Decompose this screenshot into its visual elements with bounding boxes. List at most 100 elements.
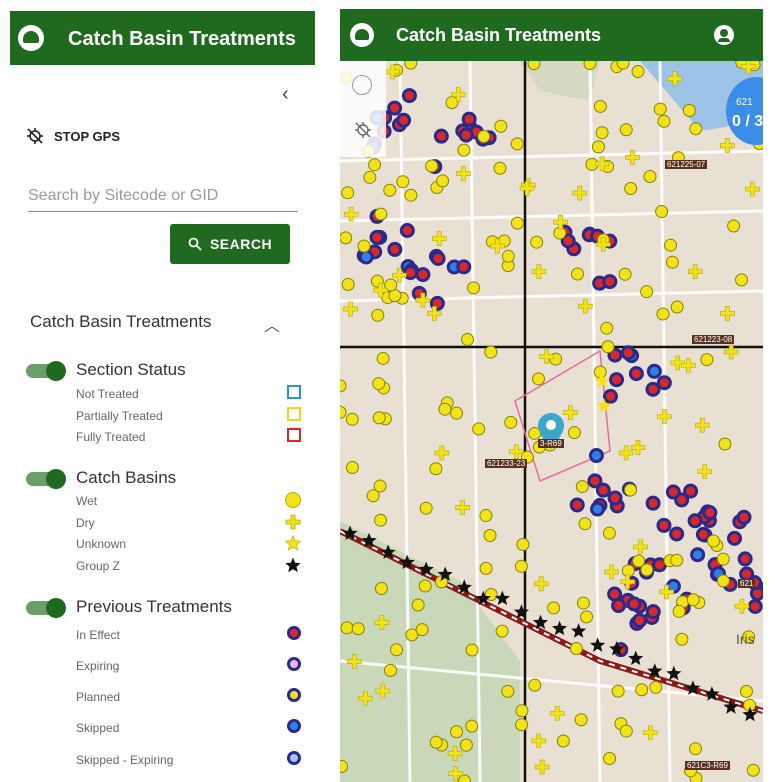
treated-catch-basin-marker[interactable]: [645, 381, 661, 397]
wet-catch-basin-marker[interactable]: [670, 300, 684, 314]
wet-catch-basin-marker[interactable]: [657, 114, 671, 128]
wet-catch-basin-marker[interactable]: [527, 61, 541, 71]
wet-catch-basin-marker[interactable]: [623, 483, 637, 497]
wet-catch-basin-marker[interactable]: [495, 624, 509, 638]
wet-catch-basin-marker[interactable]: [655, 205, 669, 219]
wet-catch-basin-marker[interactable]: [479, 509, 493, 523]
dry-catch-basin-marker[interactable]: [720, 306, 735, 321]
treated-catch-basin-marker[interactable]: [609, 372, 625, 388]
wet-catch-basin-marker[interactable]: [727, 219, 741, 233]
wet-catch-basin-marker[interactable]: [619, 724, 633, 738]
wet-catch-basin-marker[interactable]: [735, 273, 749, 287]
dry-catch-basin-marker[interactable]: [577, 298, 593, 314]
wet-catch-basin-marker[interactable]: [461, 333, 475, 347]
treated-catch-basin-marker[interactable]: [726, 530, 742, 546]
wet-catch-basin-marker[interactable]: [663, 238, 677, 252]
wet-catch-basin-marker[interactable]: [593, 365, 607, 379]
treated-catch-basin-marker[interactable]: [590, 501, 606, 517]
treated-catch-basin-marker[interactable]: [461, 111, 477, 127]
dry-catch-basin-marker[interactable]: [604, 564, 619, 580]
dry-catch-basin-marker[interactable]: [657, 409, 672, 424]
wet-catch-basin-marker[interactable]: [404, 188, 418, 202]
wet-catch-basin-marker[interactable]: [345, 412, 359, 426]
wet-catch-basin-marker[interactable]: [670, 553, 684, 567]
wet-catch-basin-marker[interactable]: [459, 738, 473, 752]
dry-catch-basin-marker[interactable]: [734, 598, 750, 614]
wet-catch-basin-marker[interactable]: [593, 99, 607, 113]
wet-catch-basin-marker[interactable]: [376, 351, 390, 365]
gps-off-icon[interactable]: [354, 121, 372, 139]
dry-catch-basin-marker[interactable]: [431, 231, 447, 246]
treated-catch-basin-marker[interactable]: [690, 547, 706, 563]
wet-catch-basin-marker[interactable]: [372, 377, 386, 391]
wet-catch-basin-marker[interactable]: [484, 345, 498, 359]
wet-catch-basin-marker[interactable]: [411, 598, 425, 612]
dry-catch-basin-marker[interactable]: [633, 539, 648, 555]
wet-catch-basin-marker[interactable]: [514, 559, 528, 573]
wet-catch-basin-marker[interactable]: [438, 402, 452, 416]
treated-catch-basin-marker[interactable]: [626, 596, 642, 612]
wet-catch-basin-marker[interactable]: [390, 643, 404, 657]
wet-catch-basin-marker[interactable]: [619, 123, 633, 137]
wet-catch-basin-marker[interactable]: [345, 460, 359, 474]
wet-catch-basin-marker[interactable]: [351, 622, 365, 636]
wet-catch-basin-marker[interactable]: [341, 277, 355, 291]
dry-catch-basin-marker[interactable]: [456, 166, 471, 181]
account-icon[interactable]: [714, 25, 734, 45]
wet-catch-basin-marker[interactable]: [656, 307, 670, 321]
wet-catch-basin-marker[interactable]: [483, 529, 497, 543]
wet-catch-basin-marker[interactable]: [547, 601, 561, 615]
wet-catch-basin-marker[interactable]: [591, 140, 605, 154]
treated-catch-basin-marker[interactable]: [603, 388, 619, 404]
wet-catch-basin-marker[interactable]: [383, 183, 397, 197]
wet-catch-basin-marker[interactable]: [374, 207, 388, 221]
wet-catch-basin-marker[interactable]: [601, 340, 615, 354]
wet-catch-basin-marker[interactable]: [418, 579, 432, 593]
wet-catch-basin-marker[interactable]: [716, 574, 730, 588]
treated-catch-basin-marker[interactable]: [358, 249, 374, 265]
dry-catch-basin-marker[interactable]: [563, 405, 578, 421]
wet-catch-basin-marker[interactable]: [340, 621, 354, 635]
wet-catch-basin-marker[interactable]: [374, 582, 388, 596]
wet-catch-basin-marker[interactable]: [640, 285, 654, 299]
dry-catch-basin-marker[interactable]: [534, 759, 550, 775]
dry-catch-basin-marker[interactable]: [694, 417, 710, 433]
wet-catch-basin-marker[interactable]: [600, 321, 614, 335]
wet-catch-basin-marker[interactable]: [603, 751, 617, 765]
wet-catch-basin-marker[interactable]: [340, 231, 353, 245]
dry-catch-basin-marker[interactable]: [681, 358, 696, 373]
treated-catch-basin-marker[interactable]: [387, 241, 403, 257]
wet-catch-basin-marker[interactable]: [631, 65, 645, 79]
wet-catch-basin-marker[interactable]: [739, 684, 753, 698]
treated-catch-basin-marker[interactable]: [595, 482, 611, 498]
wet-catch-basin-marker[interactable]: [371, 308, 385, 322]
wet-catch-basin-marker[interactable]: [575, 480, 589, 494]
treated-catch-basin-marker[interactable]: [687, 513, 703, 529]
wet-catch-basin-marker[interactable]: [472, 422, 486, 436]
wet-catch-basin-marker[interactable]: [479, 561, 493, 575]
wet-catch-basin-marker[interactable]: [530, 235, 544, 249]
wet-catch-basin-marker[interactable]: [374, 513, 388, 527]
treated-catch-basin-marker[interactable]: [737, 551, 753, 567]
treated-catch-basin-marker[interactable]: [569, 497, 585, 513]
previous-treatments-toggle[interactable]: [26, 598, 66, 618]
wet-catch-basin-marker[interactable]: [718, 437, 732, 451]
treated-catch-basin-marker[interactable]: [433, 128, 449, 144]
wet-catch-basin-marker[interactable]: [672, 604, 686, 618]
treated-catch-basin-marker[interactable]: [607, 490, 623, 506]
treated-catch-basin-marker[interactable]: [702, 505, 718, 521]
wet-catch-basin-marker[interactable]: [531, 372, 545, 386]
wet-catch-basin-marker[interactable]: [429, 462, 443, 476]
dry-catch-basin-marker[interactable]: [549, 706, 565, 721]
wet-catch-basin-marker[interactable]: [569, 642, 583, 656]
treated-catch-basin-marker[interactable]: [456, 259, 472, 275]
wet-catch-basin-marker[interactable]: [510, 137, 524, 151]
wet-catch-basin-marker[interactable]: [700, 353, 714, 367]
wet-catch-basin-marker[interactable]: [653, 102, 667, 116]
compass-icon[interactable]: [352, 75, 372, 95]
group-z-marker[interactable]: [551, 620, 568, 636]
wet-catch-basin-marker[interactable]: [450, 406, 464, 420]
treated-catch-basin-marker[interactable]: [396, 112, 412, 128]
wet-catch-basin-marker[interactable]: [501, 249, 515, 263]
wet-catch-basin-marker[interactable]: [595, 126, 609, 140]
